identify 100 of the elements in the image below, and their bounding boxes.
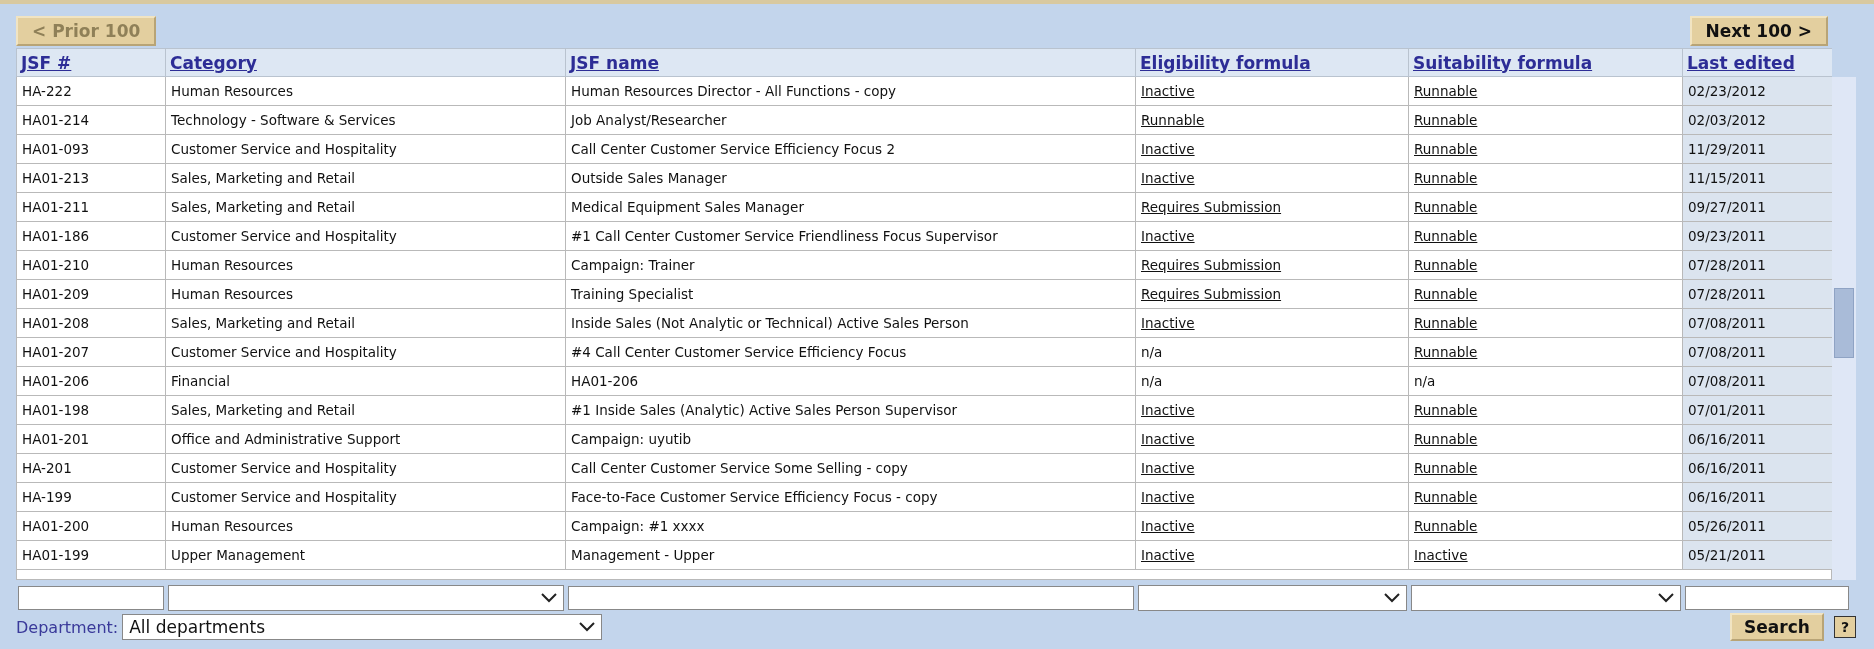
cell-text: HA-222	[22, 83, 72, 99]
formula-link[interactable]: Inactive	[1141, 170, 1195, 186]
formula-link[interactable]: Inactive	[1141, 460, 1195, 476]
formula-link[interactable]: Runnable	[1141, 112, 1205, 128]
formula-link[interactable]: Runnable	[1414, 286, 1478, 302]
formula-link[interactable]: Runnable	[1414, 518, 1478, 534]
cell-text: 05/21/2011	[1688, 547, 1766, 563]
cell-text: Sales, Marketing and Retail	[171, 170, 355, 186]
scrollbar-thumb[interactable]	[1834, 288, 1855, 358]
cell-text: Call Center Customer Service Some Selling - copy	[571, 460, 908, 476]
formula-link[interactable]: Runnable	[1414, 489, 1478, 505]
cell-text: 07/08/2011	[1688, 373, 1766, 389]
formula-link[interactable]: Runnable	[1414, 141, 1478, 157]
cell-text: HA-199	[22, 489, 72, 505]
formula-link[interactable]: Runnable	[1414, 228, 1478, 244]
cell-text: HA01-206	[571, 373, 639, 389]
chevron-down-icon	[1384, 593, 1400, 603]
formula-link[interactable]: Runnable	[1414, 402, 1478, 418]
cell-text: HA01-208	[22, 315, 90, 331]
formula-link[interactable]: Runnable	[1414, 170, 1478, 186]
cell-text: HA01-198	[22, 402, 90, 418]
cell-text: Financial	[171, 373, 231, 389]
sort-link[interactable]: JSF name	[570, 52, 659, 73]
formula-link[interactable]: Inactive	[1141, 315, 1195, 331]
formula-link[interactable]: Inactive	[1414, 547, 1468, 563]
cell-text: 06/16/2011	[1688, 489, 1766, 505]
cell-text: Human Resources	[171, 83, 293, 99]
cell-text: Human Resources	[171, 286, 293, 302]
cell-text: Medical Equipment Sales Manager	[571, 199, 804, 215]
cell-text: HA01-214	[22, 112, 90, 128]
sort-link[interactable]: Suitability formula	[1413, 52, 1593, 73]
cell-text: Call Center Customer Service Efficiency Focus 2	[571, 141, 896, 157]
cell-text: Face-to-Face Customer Service Efficiency Focus - copy	[571, 489, 938, 505]
formula-link[interactable]: Runnable	[1414, 112, 1478, 128]
filter-dropdown[interactable]	[168, 585, 564, 611]
cell-text: n/a	[1414, 373, 1436, 389]
cell-text: Technology - Software & Services	[171, 112, 396, 128]
cell-text: Customer Service and Hospitality	[171, 228, 397, 244]
cell-text: Customer Service and Hospitality	[171, 460, 397, 476]
formula-link[interactable]: Inactive	[1141, 141, 1195, 157]
cell-text: Sales, Marketing and Retail	[171, 199, 355, 215]
cell-text: #1 Call Center Customer Service Friendliness Focus Supervisor	[571, 228, 998, 244]
formula-link[interactable]: Runnable	[1414, 199, 1478, 215]
cell-text: HA01-209	[22, 286, 90, 302]
cell-text: #4 Call Center Customer Service Efficiency Focus	[571, 344, 907, 360]
chevron-down-icon	[1658, 593, 1674, 603]
cell-text: HA01-201	[22, 431, 90, 447]
cell-text: 02/03/2012	[1688, 112, 1766, 128]
cell-text: Customer Service and Hospitality	[171, 141, 397, 157]
formula-link[interactable]: Inactive	[1141, 228, 1195, 244]
cell-text: n/a	[1141, 344, 1163, 360]
cell-text: Customer Service and Hospitality	[171, 344, 397, 360]
sort-link[interactable]: Eligibility formula	[1140, 52, 1311, 73]
cell-text: 09/23/2011	[1688, 228, 1766, 244]
cell-text: 07/08/2011	[1688, 344, 1766, 360]
chevron-down-icon	[541, 593, 557, 603]
chevron-down-icon	[579, 622, 596, 632]
cell-text: HA01-200	[22, 518, 90, 534]
cell-text: Sales, Marketing and Retail	[171, 402, 355, 418]
cell-text: Management - Upper	[571, 547, 715, 563]
formula-link[interactable]: Runnable	[1414, 83, 1478, 99]
filter-field[interactable]	[1685, 586, 1849, 610]
sort-link[interactable]: Last edited	[1687, 52, 1795, 73]
formula-link[interactable]: Runnable	[1414, 257, 1478, 273]
scrollbar-track[interactable]	[1832, 77, 1856, 580]
sort-link[interactable]: Category	[170, 52, 257, 73]
formula-link[interactable]: Inactive	[1141, 547, 1195, 563]
cell-text: 11/29/2011	[1688, 141, 1766, 157]
cell-text: Training Specialist	[571, 286, 694, 302]
filter-field[interactable]	[18, 586, 164, 610]
formula-link[interactable]: Runnable	[1414, 460, 1478, 476]
cell-text: HA01-186	[22, 228, 90, 244]
department-dropdown[interactable]: All departments	[122, 614, 603, 640]
cell-text: 06/16/2011	[1688, 431, 1766, 447]
help-button[interactable]: ?	[1833, 616, 1856, 638]
cell-text: Campaign: uyutib	[571, 431, 692, 447]
search-button[interactable]: Search	[1730, 613, 1824, 641]
cell-text: HA01-206	[22, 373, 90, 389]
filter-field[interactable]	[568, 586, 1134, 610]
sort-link[interactable]: JSF #	[21, 52, 72, 73]
filter-dropdown[interactable]	[1411, 585, 1681, 611]
cell-text: HA01-199	[22, 547, 90, 563]
formula-link[interactable]: Inactive	[1141, 518, 1195, 534]
cell-text: 02/23/2012	[1688, 83, 1766, 99]
formula-link[interactable]: Runnable	[1414, 315, 1478, 331]
formula-link[interactable]: Runnable	[1414, 344, 1478, 360]
cell-text: HA01-213	[22, 170, 90, 186]
filter-dropdown[interactable]	[1138, 585, 1407, 611]
formula-link[interactable]: Inactive	[1141, 489, 1195, 505]
next-page-button[interactable]: Next 100 >	[1689, 16, 1828, 46]
cell-text: 07/28/2011	[1688, 286, 1766, 302]
formula-link[interactable]: Runnable	[1414, 431, 1478, 447]
cell-text: HA01-093	[22, 141, 90, 157]
formula-link[interactable]: Inactive	[1141, 431, 1195, 447]
formula-link[interactable]: Inactive	[1141, 83, 1195, 99]
cell-text: HA01-211	[22, 199, 90, 215]
formula-link[interactable]: Inactive	[1141, 402, 1195, 418]
cell-text: 07/08/2011	[1688, 315, 1766, 331]
cell-text: Human Resources	[171, 257, 293, 273]
cell-text: Sales, Marketing and Retail	[171, 315, 355, 331]
